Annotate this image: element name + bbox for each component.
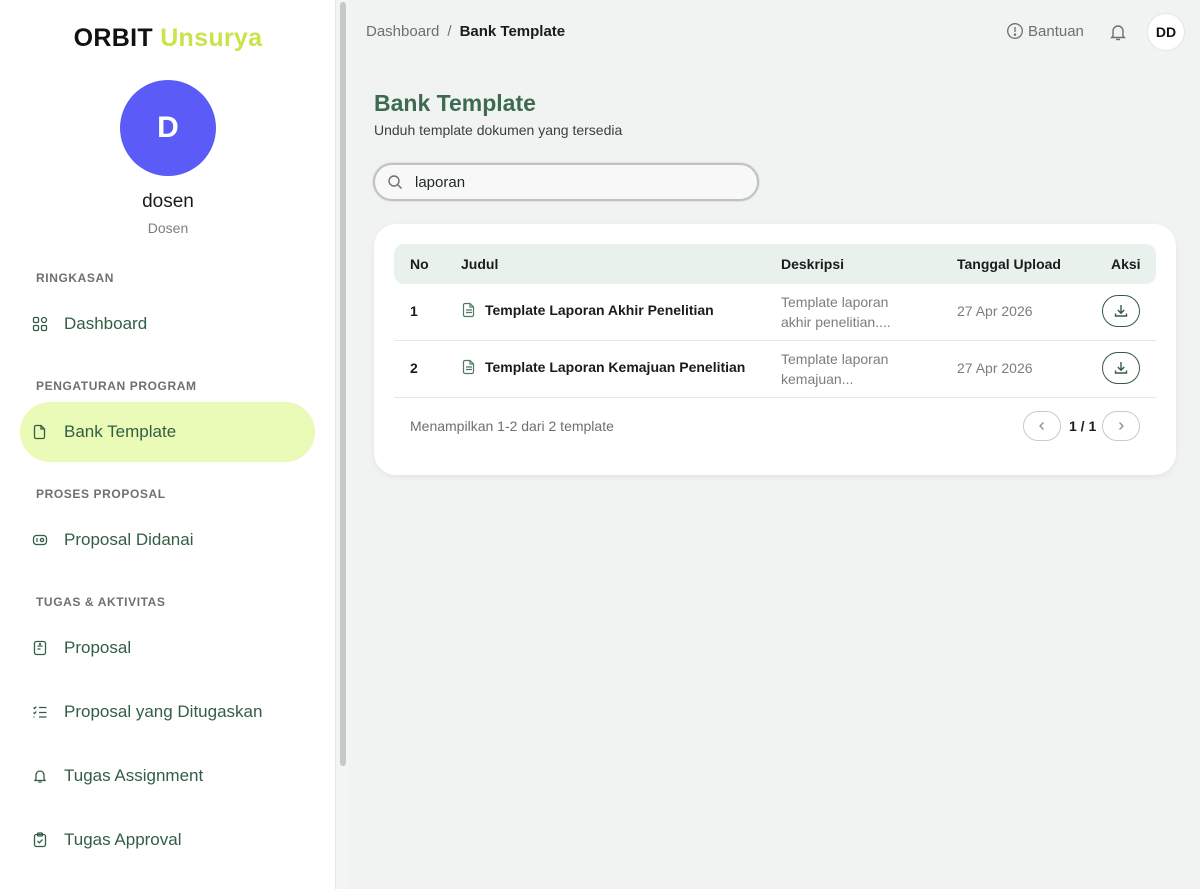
- money-icon: [32, 532, 48, 548]
- breadcrumb-dashboard[interactable]: Dashboard: [366, 23, 439, 40]
- document-icon: [32, 640, 48, 656]
- section-tugas-aktivitas: TUGAS & AKTIVITAS: [36, 595, 166, 609]
- user-name: dosen: [142, 191, 194, 212]
- breadcrumb-current: Bank Template: [459, 23, 566, 40]
- row-date: 27 Apr 2026: [957, 360, 1033, 376]
- help-button[interactable]: Bantuan: [1006, 22, 1084, 40]
- sidebar-item-label: Dashboard: [64, 314, 148, 333]
- user-avatar: D: [120, 80, 216, 176]
- grid-icon: [32, 316, 48, 332]
- template-table-card: No Judul Deskripsi Tanggal Upload Aksi 1…: [374, 224, 1176, 475]
- row-title-text: Template Laporan Kemajuan Penelitian: [485, 359, 746, 375]
- page-title: Bank Template: [374, 90, 536, 116]
- results-summary: Menampilkan 1-2 dari 2 template: [410, 418, 614, 434]
- download-button[interactable]: [1102, 295, 1140, 327]
- sidebar-item-label: Proposal: [64, 638, 132, 657]
- sidebar-item-label: Tugas Approval: [64, 830, 182, 849]
- section-ringkasan: RINGKASAN: [36, 271, 115, 285]
- column-header-no: No: [410, 256, 429, 272]
- sidebar-item-label: Tugas Assignment: [64, 766, 204, 785]
- section-pengaturan-program: PENGATURAN PROGRAM: [36, 379, 197, 393]
- row-description-line2: kemajuan...: [781, 371, 854, 387]
- help-label: Bantuan: [1028, 22, 1084, 40]
- sidebar-item-dashboard[interactable]: Dashboard: [20, 294, 315, 354]
- prev-page-button[interactable]: [1023, 411, 1061, 441]
- row-description: Template laporan akhir penelitian....: [781, 292, 931, 332]
- brand-logo: ORBIT Unsurya: [0, 24, 336, 53]
- brand-part1: ORBIT: [73, 24, 153, 52]
- section-proses-proposal: PROSES PROPOSAL: [36, 487, 166, 501]
- user-avatar-button[interactable]: DD: [1147, 13, 1185, 51]
- document-icon: [461, 302, 477, 318]
- page-subtitle: Unduh template dokumen yang tersedia: [374, 122, 623, 138]
- download-icon: [1114, 362, 1128, 374]
- clipboard-check-icon: [32, 832, 48, 848]
- page-indicator: 1 / 1: [1069, 418, 1097, 434]
- table-header: No Judul Deskripsi Tanggal Upload Aksi: [394, 244, 1156, 284]
- row-description-line1: Template laporan: [781, 294, 889, 310]
- breadcrumb-separator: /: [447, 23, 452, 40]
- sidebar: ORBIT Unsurya D dosen Dosen RINGKASAN Da…: [0, 0, 336, 889]
- row-title-text: Template Laporan Akhir Penelitian: [485, 302, 714, 318]
- sidebar-scrollbar[interactable]: [337, 0, 349, 889]
- sidebar-item-bank-template[interactable]: Bank Template: [20, 402, 315, 462]
- sidebar-item-label: Proposal yang Ditugaskan: [64, 702, 263, 721]
- sidebar-item-proposal-didanai[interactable]: Proposal Didanai: [20, 510, 315, 570]
- column-header-aksi: Aksi: [1111, 256, 1141, 272]
- breadcrumb: Dashboard / Bank Template: [366, 23, 565, 40]
- sidebar-item-label: Bank Template: [64, 422, 177, 441]
- search-box: [373, 163, 759, 201]
- row-title: Template Laporan Kemajuan Penelitian: [461, 359, 751, 375]
- row-number: 1: [410, 303, 418, 319]
- sidebar-item-tugas-assignment[interactable]: Tugas Assignment: [20, 746, 315, 806]
- chevron-left-icon: [1039, 422, 1044, 430]
- column-header-tanggal: Tanggal Upload: [957, 256, 1061, 272]
- brand-part2: Unsurya: [160, 24, 263, 52]
- row-description: Template laporan kemajuan...: [781, 349, 931, 389]
- row-number: 2: [410, 360, 418, 376]
- row-date: 27 Apr 2026: [957, 303, 1033, 319]
- column-header-deskripsi: Deskripsi: [781, 256, 845, 272]
- row-title: Template Laporan Akhir Penelitian: [461, 302, 751, 318]
- search-input[interactable]: [415, 173, 735, 191]
- table-row: 2 Template Laporan Kemajuan Penelitian T…: [394, 341, 1156, 398]
- next-page-button[interactable]: [1102, 411, 1140, 441]
- user-role: Dosen: [147, 220, 189, 236]
- document-icon: [461, 359, 477, 375]
- scrollbar-thumb[interactable]: [340, 2, 346, 766]
- column-header-judul: Judul: [461, 256, 499, 272]
- download-button[interactable]: [1102, 352, 1140, 384]
- sidebar-item-tugas-approval[interactable]: Tugas Approval: [20, 810, 315, 870]
- notification-bell-icon[interactable]: [1108, 22, 1128, 42]
- download-icon: [1114, 305, 1128, 317]
- file-icon: [32, 424, 48, 440]
- row-description-line2: akhir penelitian....: [781, 314, 891, 330]
- sidebar-item-proposal-ditugaskan[interactable]: Proposal yang Ditugaskan: [20, 682, 315, 742]
- search-icon: [387, 174, 403, 190]
- row-description-line1: Template laporan: [781, 351, 889, 367]
- table-row: 1 Template Laporan Akhir Penelitian Temp…: [394, 284, 1156, 341]
- bell-icon: [32, 768, 48, 784]
- info-icon: [1006, 22, 1024, 40]
- chevron-right-icon: [1119, 422, 1124, 430]
- sidebar-item-label: Proposal Didanai: [64, 530, 194, 549]
- sidebar-item-proposal[interactable]: Proposal: [20, 618, 315, 678]
- checklist-icon: [32, 704, 48, 720]
